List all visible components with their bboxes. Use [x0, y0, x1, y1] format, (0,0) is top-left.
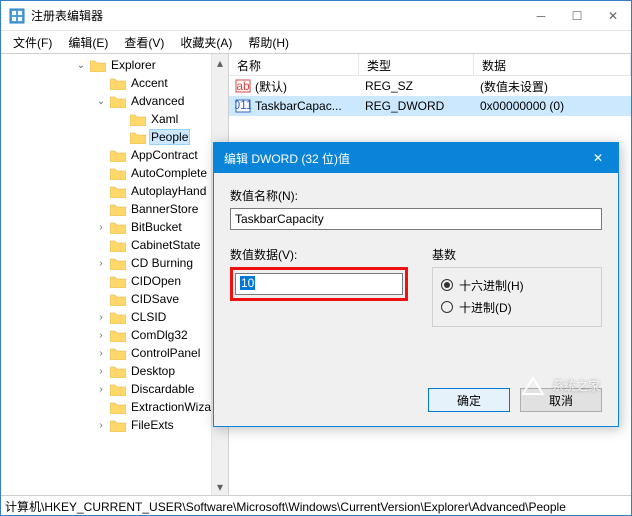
close-button[interactable]: ✕ [595, 1, 631, 31]
menu-edit[interactable]: 编辑(E) [60, 32, 116, 53]
dialog-titlebar: 编辑 DWORD (32 位)值 ✕ [214, 143, 618, 173]
tree-pane: ⌄ExplorerAccent⌄AdvancedXamlPeopleAppCon… [1, 54, 229, 495]
row-type: REG_SZ [365, 79, 413, 93]
tree-item[interactable]: ›ComDlg32 [1, 326, 228, 344]
row-name: (默认) [255, 78, 287, 95]
svg-text:ab: ab [236, 79, 250, 93]
registry-tree[interactable]: ⌄ExplorerAccent⌄AdvancedXamlPeopleAppCon… [1, 56, 228, 434]
radix-group: 十六进制(H) 十进制(D) [432, 267, 602, 327]
tree-item[interactable]: Xaml [1, 110, 228, 128]
tree-item[interactable]: ›CLSID [1, 308, 228, 326]
titlebar: 注册表编辑器 ─ ☐ ✕ [1, 1, 631, 31]
watermark-icon [520, 374, 546, 396]
tree-item[interactable]: AutoplayHand [1, 182, 228, 200]
tree-item[interactable]: AppContract [1, 146, 228, 164]
list-row[interactable]: ab (默认) REG_SZ (数值未设置) [229, 76, 631, 96]
dialog-body: 数值名称(N): 数值数据(V): 10 基数 十六进制(H) 十 [214, 173, 618, 388]
edit-dword-dialog: 编辑 DWORD (32 位)值 ✕ 数值名称(N): 数值数据(V): 10 … [213, 142, 619, 427]
radix-dec-label: 十进制(D) [459, 299, 512, 316]
ok-button[interactable]: 确定 [428, 388, 510, 412]
tree-item[interactable]: Accent [1, 74, 228, 92]
list-header: 名称 类型 数据 [229, 54, 631, 76]
tree-item[interactable]: AutoComplete [1, 164, 228, 182]
statusbar: 计算机\HKEY_CURRENT_USER\Software\Microsoft… [1, 495, 631, 515]
regedit-icon [9, 8, 25, 24]
tree-item[interactable]: ExtractionWiza [1, 398, 228, 416]
tree-item[interactable]: ⌄Advanced [1, 92, 228, 110]
row-data: (数值未设置) [480, 78, 548, 95]
tree-item[interactable]: ›FileExts [1, 416, 228, 434]
value-data-label: 数值数据(V): [230, 246, 414, 263]
svg-text:011: 011 [235, 98, 251, 112]
radix-label: 基数 [432, 246, 602, 263]
menu-file[interactable]: 文件(F) [5, 32, 60, 53]
menubar: 文件(F) 编辑(E) 查看(V) 收藏夹(A) 帮助(H) [1, 31, 631, 53]
menu-help[interactable]: 帮助(H) [240, 32, 297, 53]
tree-item[interactable]: ›ControlPanel [1, 344, 228, 362]
value-name-label: 数值名称(N): [230, 187, 602, 204]
list-body: ab (默认) REG_SZ (数值未设置) 011 TaskbarCapac... REG… [229, 76, 631, 116]
col-data[interactable]: 数据 [474, 54, 631, 75]
window-controls: ─ ☐ ✕ [523, 1, 631, 31]
watermark-text: 系统之家 [552, 377, 600, 394]
watermark: 系统之家 [520, 374, 600, 396]
col-name[interactable]: 名称 [229, 54, 359, 75]
window-title: 注册表编辑器 [31, 7, 523, 24]
maximize-button[interactable]: ☐ [559, 1, 595, 31]
row-type: REG_DWORD [365, 99, 444, 113]
scroll-down-icon[interactable]: ▾ [212, 478, 229, 495]
minimize-button[interactable]: ─ [523, 1, 559, 31]
radio-icon [441, 301, 453, 313]
menu-favorites[interactable]: 收藏夹(A) [172, 32, 240, 53]
radix-hex-label: 十六进制(H) [459, 277, 524, 294]
tree-item[interactable]: CIDSave [1, 290, 228, 308]
dialog-close-button[interactable]: ✕ [578, 143, 618, 173]
tree-item[interactable]: People [1, 128, 228, 146]
scroll-up-icon[interactable]: ▴ [212, 54, 229, 71]
radix-hex-option[interactable]: 十六进制(H) [441, 274, 593, 296]
value-data-input[interactable]: 10 [235, 273, 403, 295]
col-type[interactable]: 类型 [359, 54, 474, 75]
tree-item[interactable]: ›BitBucket [1, 218, 228, 236]
menu-view[interactable]: 查看(V) [116, 32, 172, 53]
tree-item[interactable]: CIDOpen [1, 272, 228, 290]
tree-item[interactable]: ›Desktop [1, 362, 228, 380]
list-row[interactable]: 011 TaskbarCapac... REG_DWORD 0x00000000 (0… [229, 96, 631, 116]
radix-dec-option[interactable]: 十进制(D) [441, 296, 593, 318]
row-name: TaskbarCapac... [255, 99, 342, 113]
value-name-input[interactable] [230, 208, 602, 230]
tree-item[interactable]: ›CD Burning [1, 254, 228, 272]
tree-item[interactable]: CabinetState [1, 236, 228, 254]
tree-item[interactable]: ›Discardable [1, 380, 228, 398]
row-data: 0x00000000 (0) [480, 99, 564, 113]
tree-item[interactable]: BannerStore [1, 200, 228, 218]
radio-icon [441, 279, 453, 291]
dialog-title: 编辑 DWORD (32 位)值 [224, 150, 578, 167]
tree-item-explorer[interactable]: ⌄Explorer [1, 56, 228, 74]
value-data-highlight: 10 [230, 267, 408, 301]
